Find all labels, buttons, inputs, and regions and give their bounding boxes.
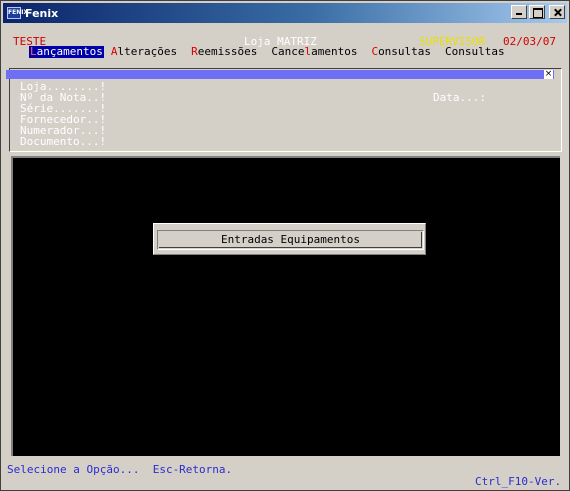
window-controls: [511, 5, 565, 19]
menu-label: Consultas: [445, 45, 505, 58]
menu-consultas-2[interactable]: Consultas: [444, 46, 506, 58]
app-window: FENIX Fenix TESTE Loja MATRIZ SUPERVISOR…: [0, 0, 570, 491]
menu-label: lterações: [117, 45, 178, 58]
field-data: Data...:: [433, 91, 486, 104]
form-close-icon[interactable]: ×: [544, 70, 553, 79]
menu-lancamentos[interactable]: Lançamentos: [29, 46, 104, 58]
menu-reemissoes[interactable]: Reemissões: [190, 46, 258, 58]
menu-label-pre: Cance: [271, 45, 305, 58]
menu-cancelamentos[interactable]: Cancelamentos: [270, 46, 358, 58]
menu-hotkey: R: [191, 45, 198, 58]
menu-label: ançamentos: [36, 45, 103, 58]
status-hint: Selecione a Opção... Esc-Retorna.: [7, 463, 233, 476]
status-version: Ctrl_F10-Ver.: [475, 475, 562, 488]
entradas-equipamentos-option[interactable]: Entradas Equipamentos: [157, 230, 424, 250]
menu-bar: Lançamentos Alterações Reemissões Cancel…: [29, 46, 506, 58]
menu-label: amentos: [311, 45, 358, 58]
title-bar[interactable]: FENIX Fenix: [3, 3, 567, 23]
option-dialog: Entradas Equipamentos: [153, 223, 426, 255]
menu-alteracoes[interactable]: Alterações: [110, 46, 178, 58]
window-title: Fenix: [25, 6, 59, 20]
menu-consultas[interactable]: Consultas: [370, 46, 432, 58]
terminal-screen: [11, 156, 560, 456]
maximize-button[interactable]: [529, 5, 545, 19]
app-icon: FENIX: [7, 7, 28, 19]
menu-label: onsultas: [378, 45, 432, 58]
minimize-button[interactable]: [511, 5, 527, 19]
option-bevel: [159, 232, 422, 248]
close-button[interactable]: [549, 5, 565, 19]
field-documento: Documento...!: [20, 135, 107, 148]
form-title-bar: [6, 70, 554, 79]
date-label: 02/03/07: [503, 35, 556, 48]
menu-hotkey: L: [30, 45, 37, 58]
menu-label: eemissões: [197, 45, 258, 58]
